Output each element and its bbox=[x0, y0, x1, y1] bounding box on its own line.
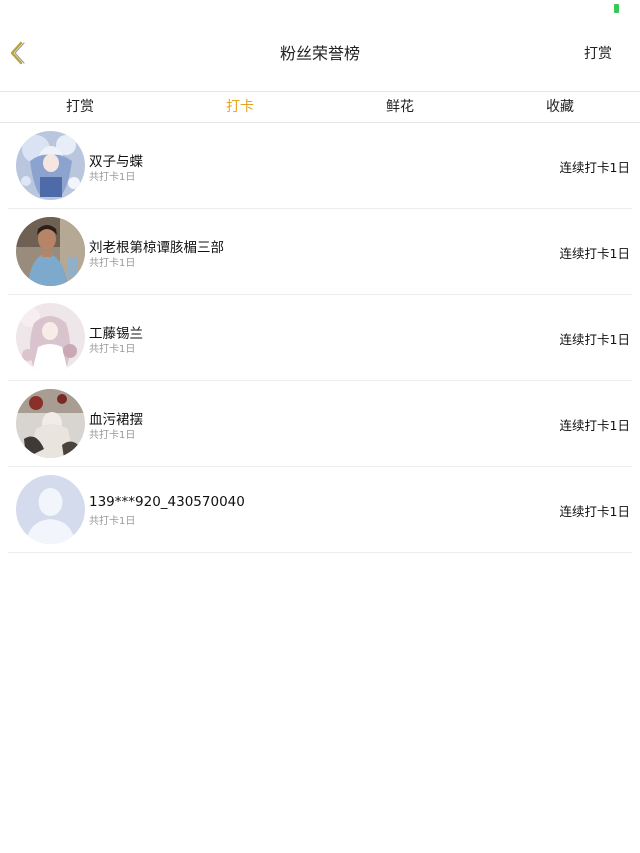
avatar bbox=[16, 475, 85, 544]
fan-name: 刘老根第椋谭胲楣三部 bbox=[89, 240, 224, 256]
fan-name: 血污裙摆 bbox=[89, 412, 143, 428]
list-item[interactable]: 139***920_430570040 共打卡1日 连续打卡1日 bbox=[8, 467, 632, 553]
avatar bbox=[16, 303, 85, 372]
fan-name: 工藤锡兰 bbox=[89, 326, 143, 342]
fan-name: 双子与蝶 bbox=[89, 154, 143, 170]
page-title: 粉丝荣誉榜 bbox=[279, 44, 360, 63]
fan-name: 139***920_430570040 bbox=[89, 494, 245, 510]
tab-favorites[interactable]: 收藏 bbox=[480, 92, 640, 122]
total-checkins: 共打卡1日 bbox=[89, 516, 136, 527]
nav-bar: 粉丝荣誉榜 打赏 bbox=[0, 20, 640, 90]
avatar bbox=[16, 131, 85, 200]
default-user-icon bbox=[16, 475, 85, 544]
status-bar bbox=[0, 0, 640, 20]
total-checkins: 共打卡1日 bbox=[89, 344, 136, 355]
total-checkins: 共打卡1日 bbox=[89, 430, 136, 441]
total-checkins: 共打卡1日 bbox=[89, 258, 136, 269]
streak-label: 连续打卡1日 bbox=[559, 332, 630, 347]
reward-button[interactable]: 打赏 bbox=[584, 20, 612, 88]
streak-label: 连续打卡1日 bbox=[559, 504, 630, 519]
list-item[interactable]: 血污裙摆 共打卡1日 连续打卡1日 bbox=[8, 381, 632, 467]
tab-bar: 打赏 打卡 鲜花 收藏 bbox=[0, 91, 640, 123]
avatar bbox=[16, 217, 85, 286]
tab-flowers[interactable]: 鲜花 bbox=[320, 92, 480, 122]
streak-label: 连续打卡1日 bbox=[559, 418, 630, 433]
streak-label: 连续打卡1日 bbox=[559, 160, 630, 175]
battery-icon bbox=[614, 4, 619, 13]
list-item[interactable]: 双子与蝶 共打卡1日 连续打卡1日 bbox=[8, 123, 632, 209]
list-item[interactable]: 工藤锡兰 共打卡1日 连续打卡1日 bbox=[8, 295, 632, 381]
avatar bbox=[16, 389, 85, 458]
tab-reward[interactable]: 打赏 bbox=[0, 92, 160, 122]
tab-checkin[interactable]: 打卡 bbox=[160, 92, 320, 122]
streak-label: 连续打卡1日 bbox=[559, 246, 630, 261]
total-checkins: 共打卡1日 bbox=[89, 172, 136, 183]
fan-list: 双子与蝶 共打卡1日 连续打卡1日 刘老根第椋谭胲楣三部 共打卡1日 连续打卡1… bbox=[0, 123, 640, 553]
list-item[interactable]: 刘老根第椋谭胲楣三部 共打卡1日 连续打卡1日 bbox=[8, 209, 632, 295]
